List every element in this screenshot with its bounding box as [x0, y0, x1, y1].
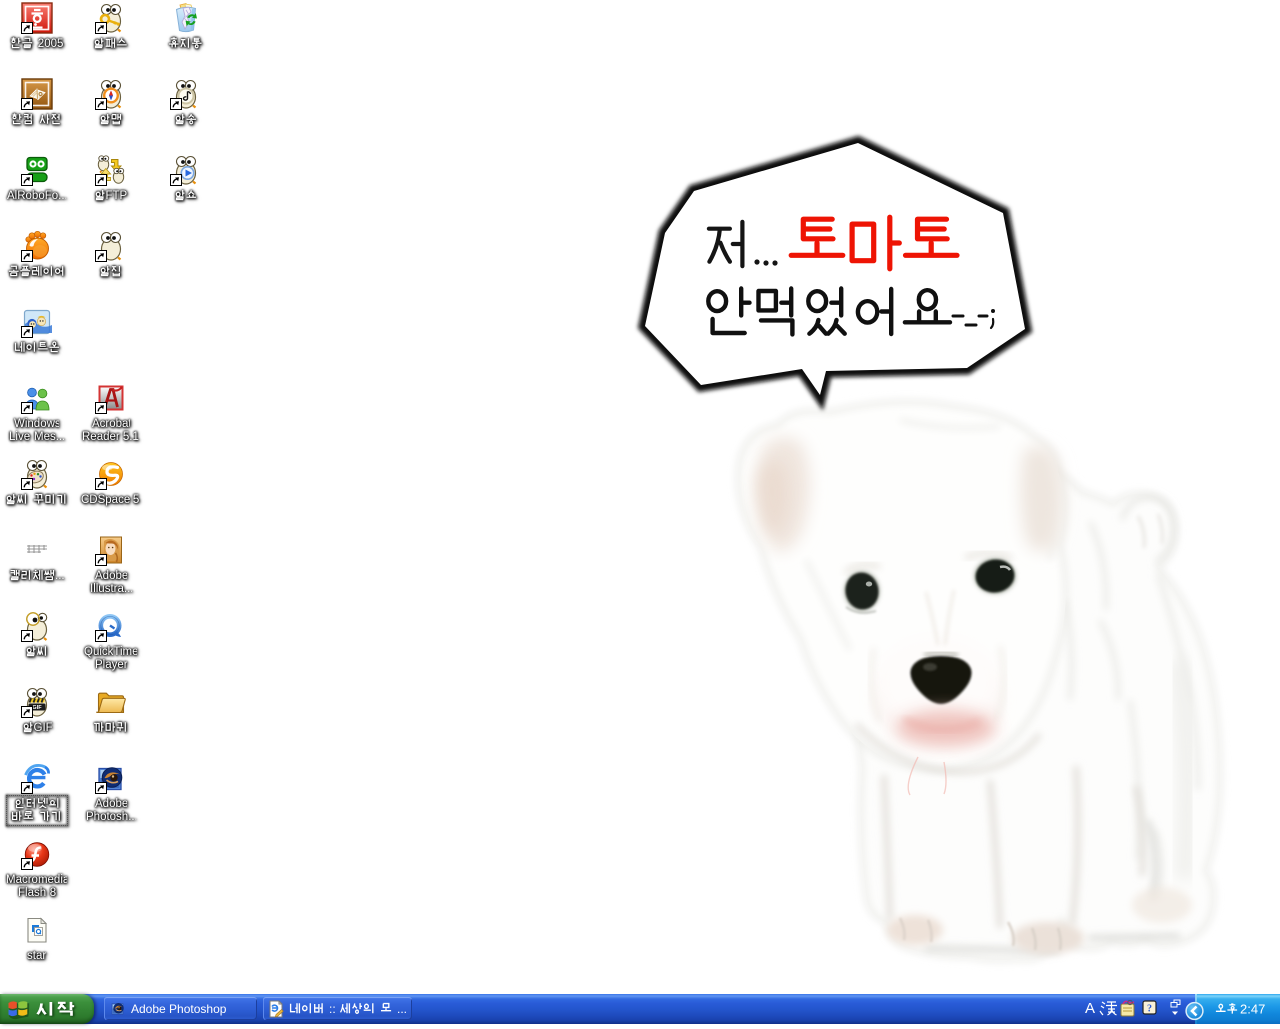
svg-text:Adobe: Adobe [95, 798, 127, 810]
svg-text:GIF: GIF [33, 722, 52, 734]
svg-text:Adobe: Adobe [95, 570, 127, 582]
svg-text:GIF: GIF [32, 705, 42, 711]
svg-text:Reader: Reader [82, 430, 120, 442]
svg-text:Macromedia: Macromedia [6, 874, 67, 886]
svg-text:Illustra...: Illustra... [90, 582, 132, 594]
svg-text:QuickTime: QuickTime [84, 646, 137, 658]
svg-text:Live: Live [9, 430, 30, 442]
svg-text:5: 5 [133, 494, 139, 506]
svg-text:2005: 2005 [38, 38, 63, 50]
svg-text:A: A [1085, 1000, 1095, 1017]
svg-text:8: 8 [49, 886, 55, 898]
svg-text:AlRoboFo...: AlRoboFo... [7, 190, 66, 202]
svg-text:Flash: Flash [18, 886, 46, 898]
svg-text:5.1: 5.1 [123, 430, 139, 442]
svg-text:2:47: 2:47 [1240, 1002, 1265, 1017]
svg-text:Mes...: Mes... [34, 430, 64, 442]
svg-text:?: ? [1147, 1004, 1152, 1015]
svg-text:Photosh...: Photosh... [86, 810, 136, 822]
svg-text:Adobe Photoshop: Adobe Photoshop [131, 1002, 227, 1016]
svg-text:CDSpace: CDSpace [81, 494, 130, 506]
svg-text:...: ... [55, 570, 65, 582]
svg-text:FTP: FTP [106, 190, 128, 202]
svg-text:star: star [27, 950, 46, 962]
svg-text:::: :: [329, 1002, 336, 1016]
svg-text:Player: Player [95, 658, 127, 670]
svg-text:...: ... [397, 1002, 407, 1016]
svg-text:Windows: Windows [14, 418, 59, 430]
svg-text:Acrobat: Acrobat [92, 418, 130, 430]
